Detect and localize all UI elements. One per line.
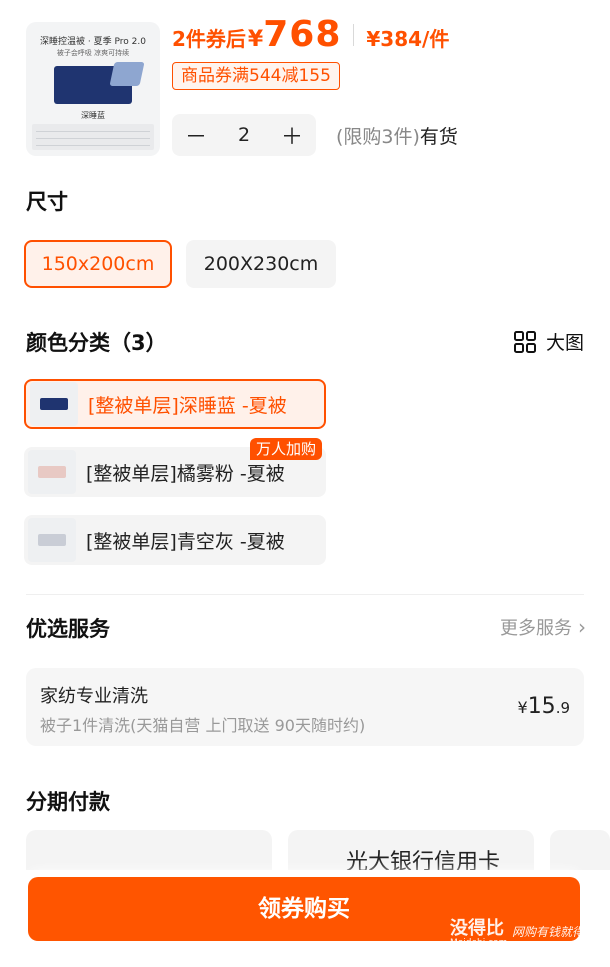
swatch-thumbnail	[28, 518, 76, 562]
installment-option-2[interactable]: 光大银行信用卡	[288, 830, 534, 870]
service-price-int: 15	[527, 694, 556, 719]
decrease-button[interactable]: －	[172, 119, 220, 151]
color-option-label: [整被单层]橘雾粉 -夏被	[86, 462, 285, 485]
price-amount: 768	[263, 14, 342, 55]
thumb-spec-table	[32, 124, 154, 150]
unit-price: ¥384/件	[366, 27, 450, 51]
product-thumbnail[interactable]: 深睡控温被 · 夏季 Pro 2.0 被子会呼吸 凉爽可持续 深睡蓝	[26, 22, 160, 156]
thumb-title: 深睡控温被 · 夏季 Pro 2.0	[40, 37, 146, 47]
swatch-thumbnail	[28, 450, 76, 494]
service-price-decimal: .9	[555, 699, 570, 717]
big-view-label: 大图	[545, 332, 584, 354]
price-line: 2件券后 ¥ 768 ¥384/件	[172, 14, 449, 55]
color-option-label: [整被单层]青空灰 -夏被	[86, 530, 285, 553]
quantity-value[interactable]: 2	[220, 124, 268, 146]
watermark-logo: 没得比	[449, 918, 504, 939]
installment-option-label: 光大银行信用卡	[346, 850, 501, 870]
thumb-color-name: 深睡蓝	[81, 111, 105, 120]
watermark-slogan: 网购有钱就得比	[511, 925, 596, 939]
installment-title: 分期付款	[26, 790, 110, 814]
installment-option-3[interactable]	[550, 830, 610, 870]
service-card-cleaning[interactable]: 家纺专业清洗 被子1件清洗(天猫自营 上门取送 90天随时约) ¥15.9	[26, 668, 584, 746]
service-title: 优选服务	[26, 617, 110, 641]
section-divider	[26, 594, 584, 595]
color-option-label: [整被单层]深睡蓝 -夏被	[88, 394, 287, 417]
thumb-subtitle: 被子会呼吸 凉爽可持续	[56, 49, 130, 57]
increase-button[interactable]: ＋	[268, 119, 316, 151]
service-description: 被子1件清洗(天猫自营 上门取送 90天随时约)	[40, 716, 366, 735]
watermark-site: Meidebi.com	[449, 938, 508, 948]
size-option-200x230[interactable]: 200X230cm	[186, 240, 336, 288]
stock-status: 有货	[419, 126, 458, 148]
blanket-image	[54, 66, 132, 104]
installment-option-1[interactable]	[26, 830, 272, 870]
hot-tag-badge: 万人加购	[250, 438, 323, 460]
quantity-stepper: － 2 ＋	[172, 114, 316, 156]
purchase-limit: (限购3件)	[336, 126, 420, 148]
watermark: 没得比 Meidebi.com 网购有钱就得比	[449, 914, 596, 948]
stock-info: (限购3件)有货	[336, 122, 458, 149]
price-divider	[353, 23, 355, 46]
size-option-150x200[interactable]: 150x200cm	[24, 240, 172, 288]
color-option-grey[interactable]: [整被单层]青空灰 -夏被	[24, 515, 326, 565]
big-view-toggle[interactable]: 大图	[513, 328, 584, 355]
more-service-label: 更多服务	[500, 618, 572, 639]
service-price-symbol: ¥	[517, 698, 528, 717]
price-prefix: 2件券后	[172, 27, 246, 51]
grid-icon	[513, 330, 536, 353]
swatch-thumbnail	[30, 382, 78, 426]
color-title: 颜色分类（3）	[26, 331, 167, 355]
service-price: ¥15.9	[518, 694, 571, 719]
coupon-badge[interactable]: 商品券满544减155	[172, 62, 340, 90]
color-option-deep-blue[interactable]: [整被单层]深睡蓝 -夏被	[24, 379, 326, 429]
chevron-right-icon: ›	[578, 615, 586, 639]
price-currency: ¥	[247, 27, 264, 52]
service-name: 家纺专业清洗	[40, 686, 148, 707]
size-title: 尺寸	[26, 190, 68, 214]
more-service-link[interactable]: 更多服务 ›	[500, 614, 586, 640]
